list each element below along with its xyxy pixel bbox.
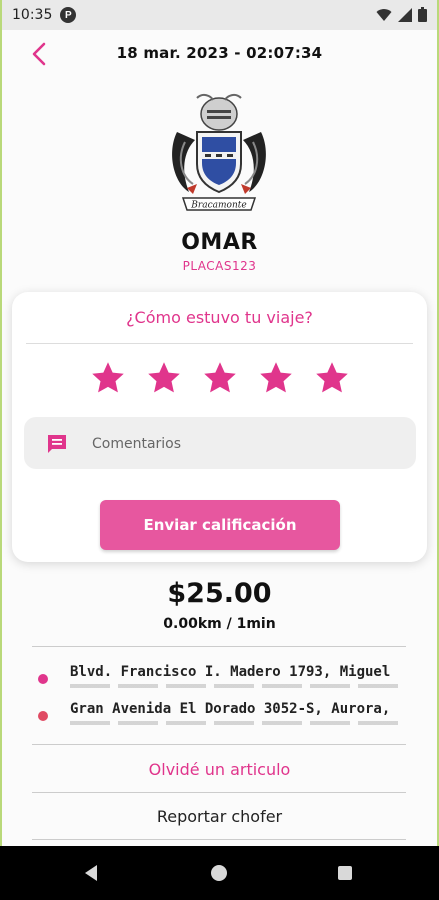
card-divider [26,343,413,344]
divider [32,792,406,793]
trip-rating-screen: 10:35 P 18 mar. 2023 - 02:07:34 Bracamon… [2,0,437,900]
rating-question: ¿Cómo estuvo tu viaje? [126,308,313,327]
star-icon-1[interactable] [90,360,126,396]
forgot-item-link[interactable]: Olvidé un articulo [2,760,437,779]
trip-price: $25.00 [167,578,272,609]
trip-datetime: 18 mar. 2023 - 02:07:34 [116,44,323,62]
system-navigation-bar [0,846,439,900]
divider [32,744,406,745]
rating-card: ¿Cómo estuvo tu viaje? Enviar calificaci… [12,292,427,562]
destination-address: Gran Avenida El Dorado 3052-S, Aurora, [38,701,408,725]
star-icon-3[interactable] [202,360,238,396]
driver-name: OMAR [181,230,258,255]
star-icon-4[interactable] [258,360,294,396]
star-icon-5[interactable] [314,360,350,396]
status-bar: 10:35 P [2,0,437,30]
recents-square-icon[interactable] [334,862,356,884]
status-time: 10:35 [12,7,53,23]
origin-dot-icon [38,674,48,684]
signal-icon [398,7,412,22]
status-icons [376,7,427,22]
wifi-icon [376,8,392,21]
destination-address-overflow [70,721,400,725]
battery-icon [418,7,427,22]
driver-crest-avatar: Bracamonte [172,93,266,211]
home-circle-icon[interactable] [208,862,230,884]
star-icon-2[interactable] [146,360,182,396]
comment-input[interactable] [90,427,394,461]
origin-address-text: Blvd. Francisco I. Madero 1793, Miguel [70,664,391,680]
back-triangle-icon[interactable] [80,862,102,884]
star-rating[interactable] [90,360,350,396]
svg-text:Bracamonte: Bracamonte [190,201,246,211]
trip-distance-time: 0.00km / 1min [163,616,276,632]
destination-address-text: Gran Avenida El Dorado 3052-S, Aurora, [70,701,391,717]
origin-address: Blvd. Francisco I. Madero 1793, Miguel [38,664,408,688]
destination-dot-icon [38,711,48,721]
submit-rating-button[interactable]: Enviar calificación [100,500,340,550]
comment-field[interactable] [24,417,416,469]
driver-plate: PLACAS123 [182,259,257,273]
origin-address-overflow [70,684,400,688]
divider [32,646,406,647]
notification-icon: P [60,7,77,23]
report-driver-link[interactable]: Reportar chofer [2,807,437,826]
comment-icon [48,435,66,453]
divider [32,839,406,840]
